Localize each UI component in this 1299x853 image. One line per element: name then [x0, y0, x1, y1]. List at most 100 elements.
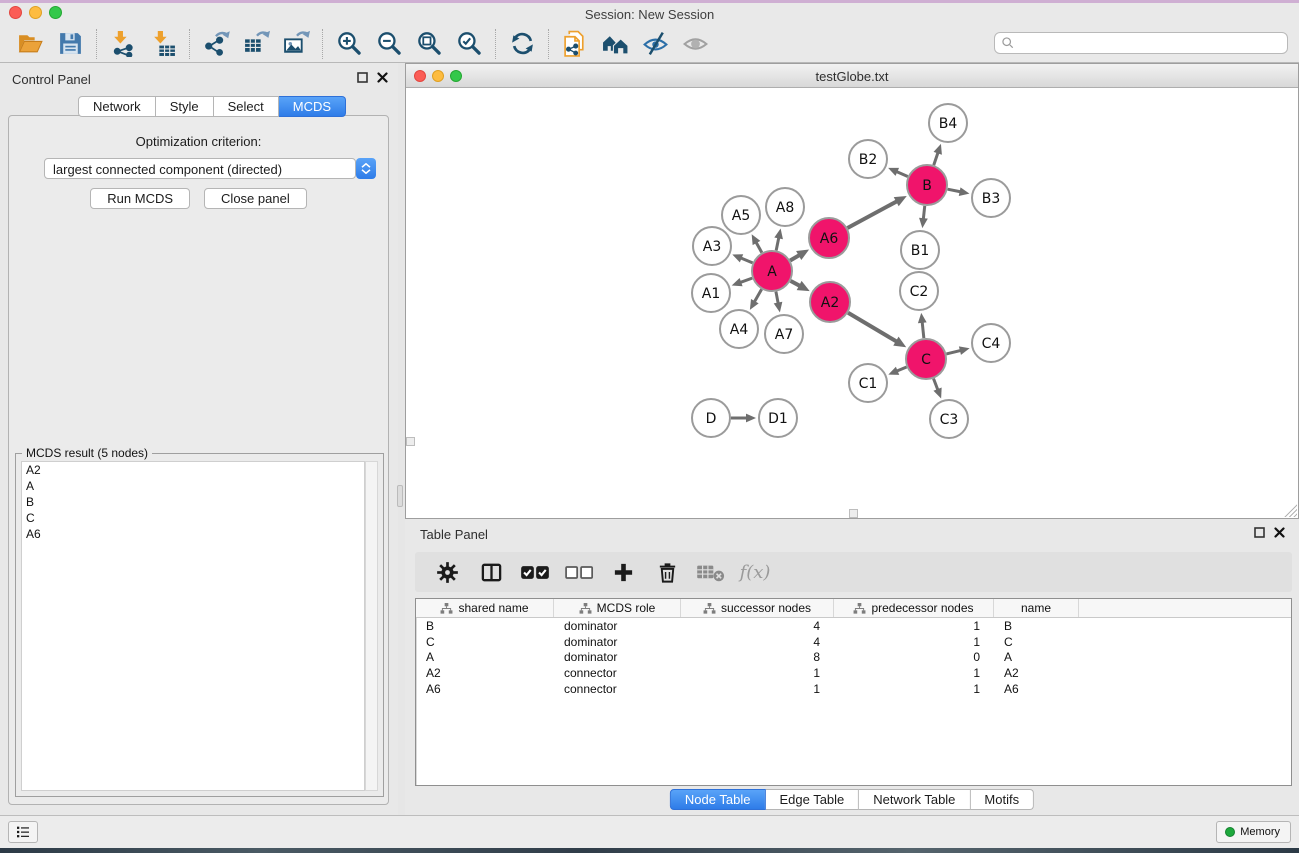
table-row[interactable]: Adominator80A	[416, 649, 1291, 665]
table-cell[interactable]: 8	[681, 650, 834, 664]
optimization-criterion-select[interactable]: largest connected component (directed)	[44, 158, 356, 179]
table-tab-motifs[interactable]: Motifs	[970, 789, 1034, 810]
table-cell[interactable]: A	[416, 650, 554, 664]
zoom-out-button[interactable]	[369, 28, 409, 60]
edge-A-A3[interactable]	[740, 258, 753, 263]
table-cell[interactable]: 4	[681, 619, 834, 633]
table-cell[interactable]: B	[994, 619, 1079, 633]
table-row[interactable]: Bdominator41B	[416, 618, 1291, 634]
result-list-scrollbar[interactable]	[365, 461, 378, 791]
edge-C-C2[interactable]	[922, 321, 924, 338]
vertical-scroll-indicator[interactable]	[406, 437, 415, 446]
edge-B-B4[interactable]	[934, 151, 939, 165]
zoom-fit-button[interactable]	[409, 28, 449, 60]
column-layout-button[interactable]	[473, 556, 509, 588]
table-cell[interactable]: A2	[416, 666, 554, 680]
column-header-shared-name[interactable]: shared name	[416, 599, 554, 617]
edge-C-C4[interactable]	[946, 350, 961, 354]
edge-A-A4[interactable]	[754, 289, 762, 303]
panel-divider-handle[interactable]	[397, 485, 403, 507]
table-cell[interactable]: A6	[416, 682, 554, 696]
table-cell[interactable]: C	[416, 635, 554, 649]
export-network-button[interactable]	[196, 28, 236, 60]
float-panel-icon[interactable]	[357, 72, 368, 83]
open-file-button[interactable]	[10, 28, 50, 60]
table-cell[interactable]: 1	[834, 666, 994, 680]
new-network-from-selection-button[interactable]	[555, 28, 595, 60]
table-settings-button[interactable]	[429, 556, 465, 588]
mcds-result-item[interactable]: C	[22, 510, 364, 526]
select-all-columns-button[interactable]	[517, 556, 553, 588]
memory-button[interactable]: Memory	[1216, 821, 1291, 843]
table-cell[interactable]: C	[994, 635, 1079, 649]
export-table-button[interactable]	[236, 28, 276, 60]
network-canvas[interactable]: B4B2BB3A5A8A6A3B1AA1C2A2A4A7C4CC1C3DD1	[406, 89, 1298, 518]
edge-A2-C[interactable]	[848, 313, 898, 342]
table-cell[interactable]: A6	[994, 682, 1079, 696]
table-row[interactable]: Cdominator41C	[416, 634, 1291, 650]
table-cell[interactable]: 0	[834, 650, 994, 664]
table-cell[interactable]: dominator	[554, 650, 681, 664]
table-cell[interactable]: B	[416, 619, 554, 633]
table-cell[interactable]: A	[994, 650, 1079, 664]
table-tab-edge-table[interactable]: Edge Table	[765, 789, 859, 810]
table-cell[interactable]: 1	[834, 635, 994, 649]
tab-mcds[interactable]: MCDS	[279, 96, 346, 117]
table-row[interactable]: A6connector11A6	[416, 681, 1291, 697]
edge-A-A1[interactable]	[739, 278, 752, 283]
mcds-result-item[interactable]: B	[22, 494, 364, 510]
refresh-layout-button[interactable]	[502, 28, 542, 60]
show-all-button[interactable]	[675, 28, 715, 60]
tab-style[interactable]: Style	[156, 96, 214, 117]
close-table-panel-icon[interactable]	[1274, 527, 1285, 538]
edge-B-B3[interactable]	[948, 189, 962, 192]
column-header-predecessor-nodes[interactable]: predecessor nodes	[834, 599, 994, 617]
table-cell[interactable]: 1	[681, 682, 834, 696]
mcds-result-item[interactable]: A2	[22, 462, 364, 478]
edge-B-B1[interactable]	[923, 206, 925, 220]
zoom-in-button[interactable]	[329, 28, 369, 60]
edge-A6-B[interactable]	[847, 201, 898, 228]
table-cell[interactable]: 1	[834, 619, 994, 633]
deselect-all-columns-button[interactable]	[561, 556, 597, 588]
column-header-name[interactable]: name	[994, 599, 1079, 617]
run-mcds-button[interactable]: Run MCDS	[90, 188, 190, 209]
table-cell[interactable]: connector	[554, 666, 681, 680]
export-image-button[interactable]	[276, 28, 316, 60]
edge-A-A8[interactable]	[776, 236, 779, 250]
table-tab-node-table[interactable]: Node Table	[670, 789, 766, 810]
float-table-panel-icon[interactable]	[1254, 527, 1265, 538]
network-graph[interactable]: B4B2BB3A5A8A6A3B1AA1C2A2A4A7C4CC1C3DD1	[406, 89, 1298, 519]
first-neighbors-button[interactable]	[595, 28, 635, 60]
delete-table-button[interactable]	[693, 556, 729, 588]
function-builder-button[interactable]: f(x)	[737, 556, 773, 588]
resize-grip[interactable]	[1283, 503, 1297, 517]
delete-column-button[interactable]	[649, 556, 685, 588]
table-cell[interactable]: A2	[994, 666, 1079, 680]
mcds-result-item[interactable]: A	[22, 478, 364, 494]
table-cell[interactable]: 4	[681, 635, 834, 649]
table-cell[interactable]: dominator	[554, 619, 681, 633]
column-header-MCDS-role[interactable]: MCDS role	[554, 599, 681, 617]
mcds-result-item[interactable]: A6	[22, 526, 364, 542]
table-cell[interactable]: connector	[554, 682, 681, 696]
task-history-button[interactable]	[8, 821, 38, 843]
import-table-button[interactable]	[143, 28, 183, 60]
search-box[interactable]	[994, 32, 1288, 54]
hide-selected-button[interactable]	[635, 28, 675, 60]
import-network-button[interactable]	[103, 28, 143, 60]
table-tab-network-table[interactable]: Network Table	[859, 789, 970, 810]
save-session-button[interactable]	[50, 28, 90, 60]
table-cell[interactable]: 1	[681, 666, 834, 680]
table-row[interactable]: A2connector11A2	[416, 665, 1291, 681]
tab-network[interactable]: Network	[78, 96, 156, 117]
tab-select[interactable]: Select	[214, 96, 279, 117]
table-cell[interactable]: dominator	[554, 635, 681, 649]
column-header-successor-nodes[interactable]: successor nodes	[681, 599, 834, 617]
horizontal-scroll-indicator[interactable]	[849, 509, 858, 518]
zoom-selected-button[interactable]	[449, 28, 489, 60]
close-panel-icon[interactable]	[377, 72, 388, 83]
edge-B-B2[interactable]	[895, 171, 907, 176]
close-panel-button[interactable]: Close panel	[204, 188, 307, 209]
table-cell[interactable]: 1	[834, 682, 994, 696]
